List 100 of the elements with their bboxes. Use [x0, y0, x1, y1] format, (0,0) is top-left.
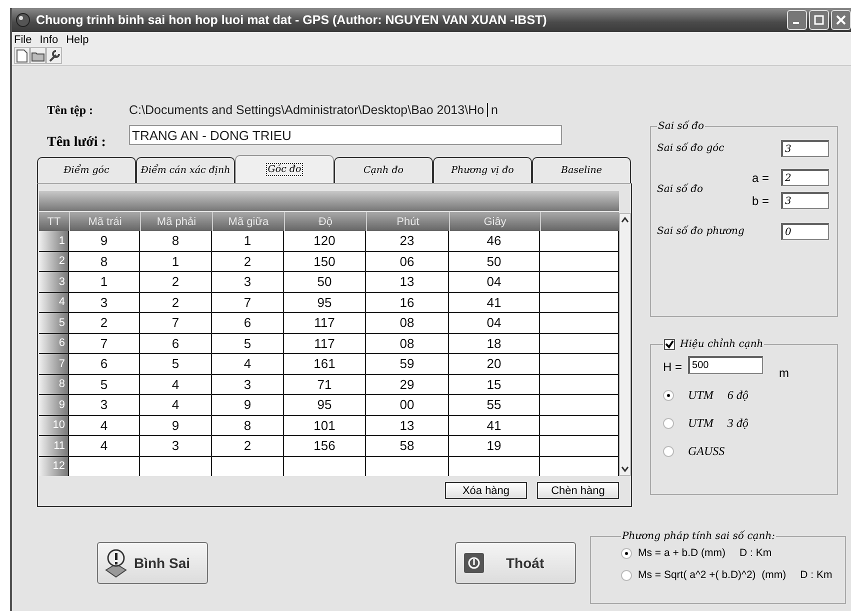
row-number: 12 — [39, 456, 69, 476]
table-cell: 2 — [69, 313, 140, 332]
network-label: Tên lưới : — [46, 135, 107, 151]
unit-label: m — [779, 366, 790, 380]
a-field[interactable]: 2 — [781, 169, 829, 186]
table-cell: 8 — [69, 252, 140, 271]
radio-button[interactable] — [621, 570, 632, 580]
table-cell: 3 — [69, 292, 140, 312]
table-cell: 4 — [69, 416, 140, 435]
table-cell: 161 — [284, 354, 366, 374]
table-cell: 13 — [366, 272, 449, 292]
new-file-button[interactable] — [14, 47, 30, 64]
maximize-icon — [814, 15, 824, 25]
table-cell: 117 — [284, 313, 366, 332]
unit-label: D : Km — [800, 569, 832, 581]
azimuth-error-field[interactable]: 0 — [781, 223, 829, 240]
radio-button[interactable] — [663, 418, 674, 428]
tab[interactable]: Góc đo — [235, 155, 334, 183]
table-cell: 2 — [212, 436, 284, 456]
height-field[interactable]: 500 — [688, 356, 764, 374]
angle-error-field[interactable]: 3 — [781, 140, 829, 157]
table-cell: 5 — [212, 334, 284, 353]
table-cell: 9 — [212, 395, 284, 414]
minimize-icon — [793, 22, 799, 24]
menu-item[interactable]: Info — [40, 34, 58, 46]
tab[interactable]: Điểm cán xác định — [136, 157, 235, 183]
b-field[interactable]: 3 — [781, 192, 829, 209]
radio-label: UTM — [688, 388, 714, 402]
table-cell: 3 — [212, 374, 284, 394]
table-cell: 06 — [366, 252, 449, 271]
table-action-button[interactable]: Xóa hàng — [445, 482, 527, 499]
open-button[interactable] — [30, 47, 46, 64]
tab[interactable]: Baseline — [532, 157, 631, 183]
radio-label: Ms = a + b.D (mm) — [638, 547, 726, 559]
table-cell: 4 — [212, 354, 284, 374]
tab[interactable]: Phương vị đo — [433, 157, 532, 183]
row-number: 6 — [39, 334, 69, 353]
table-cell: 117 — [284, 334, 366, 353]
row-number: 2 — [39, 252, 69, 271]
document-icon — [16, 48, 28, 62]
tools-button[interactable] — [46, 47, 62, 64]
table-cell: 101 — [284, 416, 366, 435]
window-title: Chuong trinh binh sai hon hop luoi mat dat - GPS (Author: NGUYEN VAN XUAN -IBST) — [36, 13, 547, 27]
maximize-button[interactable] — [809, 10, 829, 30]
row-number: 8 — [39, 374, 69, 394]
close-button[interactable] — [831, 10, 851, 30]
checkbox[interactable] — [664, 339, 675, 350]
radio-label: GAUSS — [688, 444, 725, 458]
row-number: 10 — [39, 416, 69, 435]
scrollbar[interactable] — [619, 213, 631, 476]
folder-icon — [31, 50, 45, 62]
height-label: H = — [663, 360, 682, 374]
table-cell: 4 — [140, 374, 212, 394]
table-cell: 150 — [284, 252, 366, 271]
row-number: 3 — [39, 272, 69, 292]
table-cell: 08 — [366, 334, 449, 353]
table-cell: 95 — [284, 395, 366, 414]
side-error-label: Sai số đo — [657, 184, 704, 194]
table-cell: 55 — [449, 395, 540, 414]
bulb-icon — [104, 548, 128, 578]
table-cell: 2 — [212, 252, 284, 271]
table-cell: 71 — [284, 374, 366, 394]
row-number: 1 — [39, 231, 69, 250]
angle-error-label: Sai số đo góc — [657, 143, 724, 154]
table-cell: 4 — [69, 436, 140, 456]
exit-button[interactable]: Thoát — [455, 542, 576, 584]
row-number: 4 — [39, 292, 69, 312]
table-cell: 04 — [449, 272, 540, 292]
adjust-button[interactable]: Bình Sai — [97, 542, 208, 584]
radio-label: UTM — [688, 416, 714, 430]
table-cell: 15 — [449, 374, 540, 394]
table-cell: 7 — [212, 292, 284, 312]
minimize-button[interactable] — [787, 10, 807, 30]
table-cell: 6 — [69, 354, 140, 374]
table-cell: 16 — [366, 292, 449, 312]
table-cell: 3 — [212, 272, 284, 292]
radio-button[interactable] — [663, 446, 674, 456]
app-icon — [16, 13, 30, 27]
table-cell: 8 — [212, 416, 284, 435]
table-cell: 5 — [69, 374, 140, 394]
tab[interactable]: Cạnh đo — [334, 157, 433, 183]
a-label: a = — [752, 170, 769, 184]
radio-button[interactable] — [621, 548, 632, 558]
menu-item[interactable]: Help — [66, 34, 89, 46]
tab[interactable]: Điểm góc — [37, 157, 136, 183]
network-name-field[interactable]: TRANG AN - DONG TRIEU — [129, 125, 562, 145]
row-number: 7 — [39, 354, 69, 374]
menu-item[interactable]: File — [14, 34, 32, 46]
table-cell: 7 — [140, 313, 212, 332]
table-cell: 3 — [69, 395, 140, 414]
table-cell: 120 — [284, 231, 366, 250]
b-label: b = — [752, 194, 769, 208]
table-cell: 23 — [366, 231, 449, 250]
table-cell: 29 — [366, 374, 449, 394]
row-number: 5 — [39, 313, 69, 332]
table-cell: 59 — [366, 354, 449, 374]
radio-button[interactable] — [663, 390, 674, 400]
table-cell: 00 — [366, 395, 449, 414]
table-cell: 5 — [140, 354, 212, 374]
table-action-button[interactable]: Chèn hàng — [537, 482, 619, 499]
